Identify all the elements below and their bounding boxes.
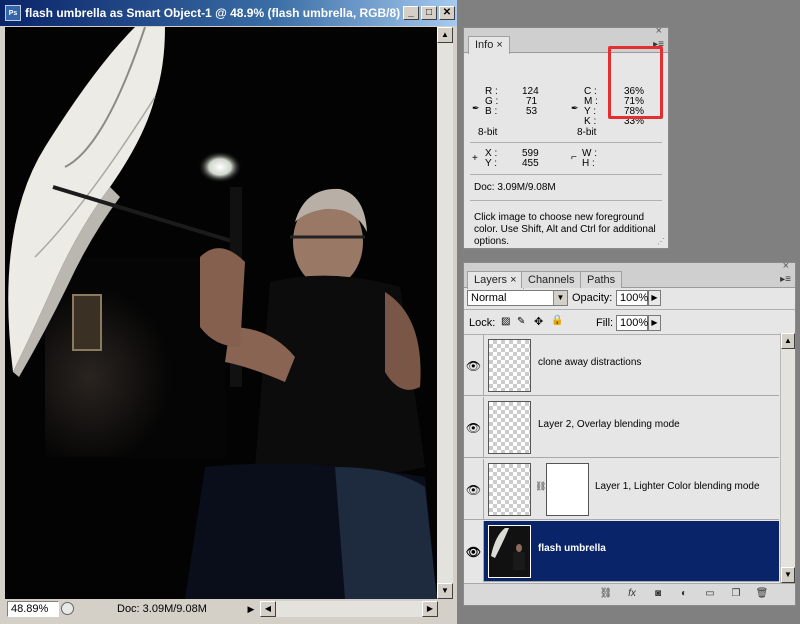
vertical-scrollbar[interactable]: ▲ ▼	[437, 27, 453, 599]
scroll-right-icon[interactable]: ▶	[422, 601, 438, 617]
lock-position-icon[interactable]: ✥	[534, 315, 543, 328]
layers-scrollbar[interactable]: ▲ ▼	[780, 333, 795, 583]
h-label: H :	[582, 158, 595, 169]
b-value: 53	[526, 106, 538, 117]
opacity-input[interactable]: 100%	[616, 290, 648, 306]
tab-info[interactable]: Info ×	[468, 36, 510, 54]
title-bar[interactable]: Ps flash umbrella as Smart Object-1 @ 48…	[0, 0, 457, 26]
document-window: Ps flash umbrella as Smart Object-1 @ 48…	[0, 0, 457, 624]
b-label: B :	[485, 106, 498, 117]
layer-mask-thumbnail[interactable]	[546, 463, 589, 516]
scroll-up-icon[interactable]: ▲	[437, 27, 453, 43]
lock-pixels-icon[interactable]: ✎	[517, 316, 525, 327]
layer-name: flash umbrella	[538, 543, 606, 554]
fx-icon[interactable]: fx	[624, 588, 640, 602]
info-doc-size: Doc: 3.09M/9.08M	[474, 182, 556, 193]
layers-footer: ⛓ fx ◙ ◐ ▭ ❐ 🗑	[464, 583, 795, 605]
layer-row[interactable]: 👁 Layer 2, Overlay blending mode	[464, 397, 779, 458]
panel-menu-icon[interactable]: ▸≡	[780, 274, 791, 285]
layer-name: Layer 1, Lighter Color blending mode	[595, 481, 760, 492]
layer-thumbnail	[488, 339, 531, 392]
image-canvas[interactable]	[5, 27, 437, 599]
layers-panel: × Layers × Channels Paths ▸≡ Normal ▼ Opa…	[463, 260, 796, 606]
group-icon[interactable]: ▭	[702, 588, 718, 602]
bit-depth-left: 8-bit	[478, 127, 498, 138]
maximize-button[interactable]: □	[421, 6, 437, 20]
opacity-label: Opacity:	[572, 292, 613, 304]
bit-depth-right: 8-bit	[577, 127, 597, 138]
eye-icon[interactable]: 👁	[464, 335, 484, 396]
eyedropper-icon: ✒	[472, 103, 480, 113]
layer-name: Layer 2, Overlay blending mode	[538, 419, 680, 430]
tab-channels[interactable]: Channels	[521, 271, 582, 288]
thumbnail-image	[491, 528, 525, 570]
eye-icon[interactable]: 👁	[464, 397, 484, 458]
fill-arrow-icon[interactable]: ▶	[648, 315, 661, 331]
eye-icon[interactable]: 👁	[464, 521, 484, 582]
lock-transparency-icon[interactable]: ▨	[501, 316, 510, 327]
window-title: flash umbrella as Smart Object-1 @ 48.9%…	[25, 6, 401, 20]
scroll-up-icon[interactable]: ▲	[781, 333, 795, 349]
layer-row-selected[interactable]: 👁 flash umbrella	[464, 521, 779, 582]
status-bar: 48.89% Doc: 3.09M/9.08M ▶ ◀ ▶	[5, 599, 453, 619]
blend-mode-select[interactable]: Normal ▼	[467, 290, 568, 306]
crosshair-icon: +	[472, 153, 478, 164]
eyedropper-cmyk-icon: ✒	[571, 103, 579, 113]
photo-image	[5, 27, 437, 599]
k-label: K :	[584, 116, 597, 127]
minimize-button[interactable]: _	[403, 6, 419, 20]
chevron-down-icon: ▼	[553, 291, 567, 305]
status-menu-arrow-icon[interactable]: ▶	[245, 602, 257, 616]
y-pos-label: Y :	[485, 158, 498, 169]
eye-icon[interactable]: 👁	[464, 459, 484, 520]
selection-size-icon: ⌐	[571, 152, 577, 163]
resize-grip-icon[interactable]: ⋰	[657, 237, 665, 246]
close-button[interactable]: ✕	[439, 6, 455, 20]
scroll-down-icon[interactable]: ▼	[781, 567, 795, 583]
y-pos-value: 455	[522, 158, 539, 169]
opacity-arrow-icon[interactable]: ▶	[648, 290, 661, 306]
scroll-left-icon[interactable]: ◀	[260, 601, 276, 617]
fill-input[interactable]: 100%	[616, 315, 648, 331]
photoshop-icon: Ps	[5, 5, 21, 21]
cmyk-highlight-box	[608, 46, 663, 119]
link-icon[interactable]: ⛓	[598, 588, 614, 602]
layer-thumbnail	[488, 401, 531, 454]
panel-strip[interactable]: ×	[464, 260, 795, 272]
horizontal-scrollbar[interactable]: ◀ ▶	[260, 601, 438, 617]
layer-row[interactable]: 👁 ⛓ Layer 1, Lighter Color blending mode	[464, 459, 779, 520]
mask-icon[interactable]: ◙	[650, 588, 666, 602]
chain-link-icon[interactable]: ⛓	[535, 481, 546, 492]
lock-all-icon[interactable]: 🔒	[551, 315, 563, 326]
zoom-preview-icon[interactable]	[61, 602, 74, 615]
layer-thumbnail	[488, 463, 531, 516]
tab-paths[interactable]: Paths	[580, 271, 623, 288]
lock-label: Lock:	[469, 317, 496, 329]
fill-label: Fill:	[596, 317, 614, 329]
layer-name: clone away distractions	[538, 357, 642, 368]
adjustment-icon[interactable]: ◐	[676, 588, 692, 602]
layer-thumbnail	[488, 525, 531, 578]
info-hint: Click image to choose new foreground col…	[474, 212, 656, 247]
tab-layers[interactable]: Layers ×	[467, 271, 524, 289]
scroll-down-icon[interactable]: ▼	[437, 583, 453, 599]
new-layer-icon[interactable]: ❐	[728, 588, 744, 602]
layer-row[interactable]: 👁 clone away distractions	[464, 335, 779, 396]
panel-strip[interactable]: ×	[464, 25, 668, 37]
layers-tabs: Layers × Channels Paths ▸≡	[464, 270, 795, 289]
trash-icon[interactable]: 🗑	[754, 588, 770, 602]
zoom-field[interactable]: 48.89%	[7, 601, 59, 617]
doc-size-info: Doc: 3.09M/9.08M	[117, 603, 207, 615]
